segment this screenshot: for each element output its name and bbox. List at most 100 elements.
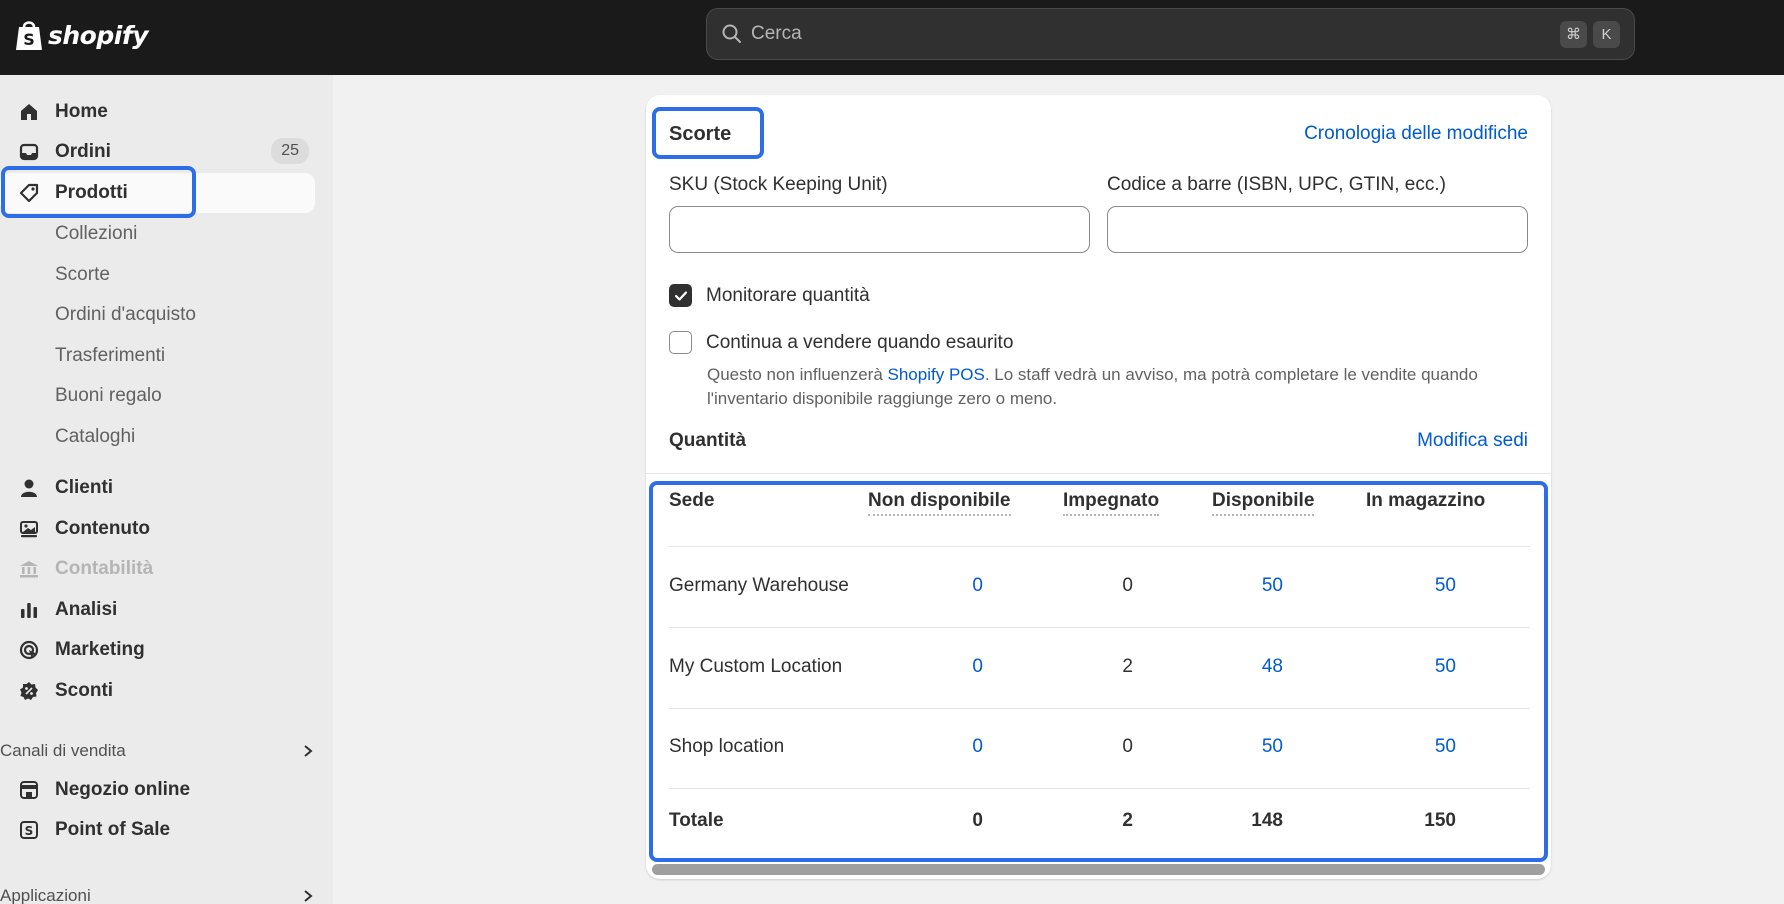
on-hand-value[interactable]: 50 [1376, 736, 1456, 758]
checkmark-icon [674, 290, 687, 301]
available-value[interactable]: 48 [1203, 656, 1283, 678]
unavailable-value[interactable]: 0 [903, 575, 983, 597]
column-header-committed[interactable]: Impegnato [1063, 490, 1160, 516]
help-text-before: Questo non influenzerà [707, 365, 888, 384]
sidebar-item-analytics[interactable]: Analisi [0, 590, 315, 630]
committed-value: 0 [1122, 575, 1133, 596]
apps-label: Applicazioni [0, 886, 91, 904]
unavailable-value[interactable]: 0 [903, 736, 983, 758]
available-value[interactable]: 50 [1203, 575, 1283, 597]
sidebar-subitem-catalogs[interactable]: Cataloghi [55, 426, 135, 448]
sku-input[interactable] [669, 206, 1090, 253]
quantity-title: Quantità [669, 430, 747, 451]
target-icon [18, 639, 40, 661]
sidebar-item-label: Negozio online [55, 779, 191, 800]
sidebar-subitem-purchase-orders[interactable]: Ordini d'acquisto [55, 304, 196, 326]
sidebar-item-home[interactable]: Home [0, 92, 315, 132]
sidebar-item-label: Analisi [55, 599, 118, 620]
sidebar-item-label: Prodotti [55, 182, 128, 203]
row-divider [669, 627, 1530, 628]
on-hand-value[interactable]: 50 [1376, 575, 1456, 597]
command-key: ⌘ [1560, 20, 1587, 48]
total-label: Totale [669, 810, 724, 831]
sidebar-item-accounting: Contabilità [0, 549, 315, 589]
k-key: K [1593, 20, 1620, 48]
location-name: Shop location [669, 736, 785, 757]
committed-value: 0 [1122, 736, 1133, 757]
sales-channels-label: Canali di vendita [0, 741, 126, 760]
sidebar-item-label: Clienti [55, 477, 114, 498]
discount-icon [18, 680, 40, 702]
unavailable-value[interactable]: 0 [903, 656, 983, 678]
location-name: My Custom Location [669, 656, 843, 677]
row-divider [669, 788, 1530, 789]
row-divider [669, 708, 1530, 709]
svg-text:S: S [23, 30, 35, 49]
sidebar-item-customers[interactable]: Clienti [0, 468, 315, 508]
chevron-right-icon [304, 890, 313, 902]
sidebar-item-label: Marketing [55, 639, 145, 660]
store-icon [18, 779, 40, 801]
shopify-bag-icon: S [16, 21, 42, 50]
row-divider [669, 546, 1530, 547]
track-quantity-checkbox[interactable] [669, 284, 692, 307]
bar-chart-icon [18, 599, 40, 621]
chevron-right-icon [304, 745, 313, 757]
continue-selling-label: Continua a vendere quando esaurito [706, 331, 1014, 353]
sidebar-item-point-of-sale[interactable]: S Point of Sale [0, 810, 315, 850]
pos-icon: S [18, 819, 40, 841]
available-value[interactable]: 50 [1203, 736, 1283, 758]
track-quantity-label: Monitorare quantità [706, 284, 870, 306]
sidebar-item-online-store[interactable]: Negozio online [0, 770, 315, 810]
continue-selling-checkbox[interactable] [669, 331, 692, 354]
change-history-link[interactable]: Cronologia delle modifiche [1304, 123, 1528, 145]
committed-value: 2 [1122, 656, 1133, 677]
inventory-card: Scorte Cronologia delle modifiche SKU (S… [646, 95, 1551, 879]
continue-selling-help: Questo non influenzerà Shopify POS. Lo s… [707, 363, 1497, 411]
total-on-hand: 150 [1424, 810, 1456, 831]
inbox-icon [18, 141, 40, 163]
edit-locations-link[interactable]: Modifica sedi [1417, 430, 1528, 452]
apps-header[interactable]: Applicazioni [0, 885, 315, 904]
divider [646, 473, 1551, 474]
sidebar-subitem-transfers[interactable]: Trasferimenti [55, 345, 165, 367]
sales-channels-header[interactable]: Canali di vendita [0, 740, 315, 762]
sidebar-item-discounts[interactable]: Sconti [0, 671, 315, 711]
barcode-input[interactable] [1107, 206, 1528, 253]
bank-icon [18, 558, 40, 580]
sidebar-item-content[interactable]: Contenuto [0, 509, 315, 549]
barcode-label: Codice a barre (ISBN, UPC, GTIN, ecc.) [1107, 174, 1446, 195]
sidebar-item-label: Contenuto [55, 518, 150, 539]
sidebar-item-label: Ordini [55, 141, 111, 162]
sidebar: Home Ordini 25 Prodotti Collezioni Scort… [0, 75, 333, 904]
sidebar-subitem-gift-cards[interactable]: Buoni regalo [55, 385, 162, 407]
sidebar-item-marketing[interactable]: Marketing [0, 630, 315, 670]
content-icon [18, 518, 40, 540]
svg-text:S: S [25, 824, 34, 838]
total-committed: 2 [1122, 810, 1133, 831]
search-bar[interactable]: Cerca ⌘ K [706, 8, 1635, 60]
card-title: Scorte [669, 123, 732, 145]
shopify-pos-link[interactable]: Shopify POS [888, 365, 985, 384]
sidebar-item-products[interactable]: Prodotti [0, 173, 315, 213]
search-placeholder: Cerca [751, 23, 802, 44]
column-header-unavailable[interactable]: Non disponibile [868, 490, 1011, 516]
location-name: Germany Warehouse [669, 575, 849, 596]
sidebar-subitem-inventory[interactable]: Scorte [55, 264, 110, 286]
track-quantity-row[interactable]: Monitorare quantità [669, 284, 870, 307]
sidebar-subitem-collections[interactable]: Collezioni [55, 223, 137, 245]
column-header-available[interactable]: Disponibile [1212, 490, 1315, 516]
column-header-on-hand: In magazzino [1366, 490, 1486, 511]
continue-selling-row[interactable]: Continua a vendere quando esaurito [669, 331, 1013, 354]
sku-label: SKU (Stock Keeping Unit) [669, 174, 888, 195]
home-icon [18, 101, 40, 123]
sidebar-item-orders[interactable]: Ordini 25 [0, 132, 315, 172]
on-hand-value[interactable]: 50 [1376, 656, 1456, 678]
horizontal-scrollbar[interactable] [652, 864, 1545, 875]
column-header-location: Sede [669, 490, 715, 511]
sidebar-item-label: Contabilità [55, 558, 154, 579]
total-available: 148 [1251, 810, 1283, 831]
person-icon [18, 477, 40, 499]
shopify-logo[interactable]: S shopify [14, 18, 149, 52]
sidebar-item-label: Sconti [55, 680, 114, 701]
